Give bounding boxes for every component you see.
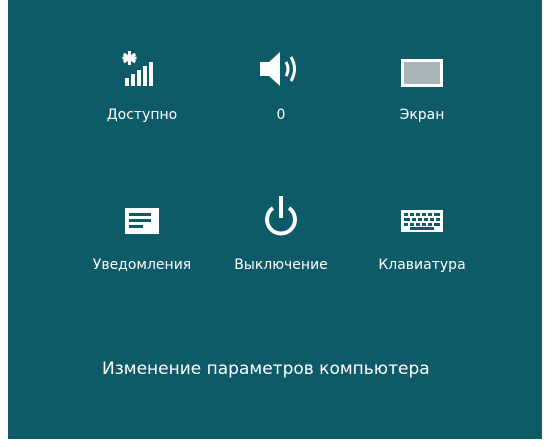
volume-tile[interactable]: 0 bbox=[211, 40, 351, 150]
settings-charm-panel: Доступно 0 Экран Уведомления Выключение … bbox=[8, 0, 542, 439]
network-label: Доступно bbox=[106, 107, 178, 123]
keyboard-label: Клавиатура bbox=[378, 257, 466, 273]
change-pc-settings-link[interactable]: Изменение параметров компьютера bbox=[102, 358, 430, 380]
power-icon bbox=[254, 190, 308, 240]
screen-tile[interactable]: Экран bbox=[352, 40, 492, 150]
speaker-icon bbox=[254, 40, 308, 90]
network-tile[interactable]: Доступно bbox=[72, 40, 212, 150]
notifications-tile[interactable]: Уведомления bbox=[72, 190, 212, 300]
notifications-icon bbox=[115, 190, 169, 240]
notifications-label: Уведомления bbox=[92, 257, 192, 273]
keyboard-icon bbox=[395, 190, 449, 240]
power-label: Выключение bbox=[234, 257, 328, 273]
screen-label: Экран bbox=[399, 107, 445, 123]
power-tile[interactable]: Выключение bbox=[211, 190, 351, 300]
network-signal-icon bbox=[115, 40, 169, 90]
volume-label: 0 bbox=[276, 107, 286, 123]
screen-brightness-icon bbox=[395, 40, 449, 90]
keyboard-tile[interactable]: Клавиатура bbox=[352, 190, 492, 300]
